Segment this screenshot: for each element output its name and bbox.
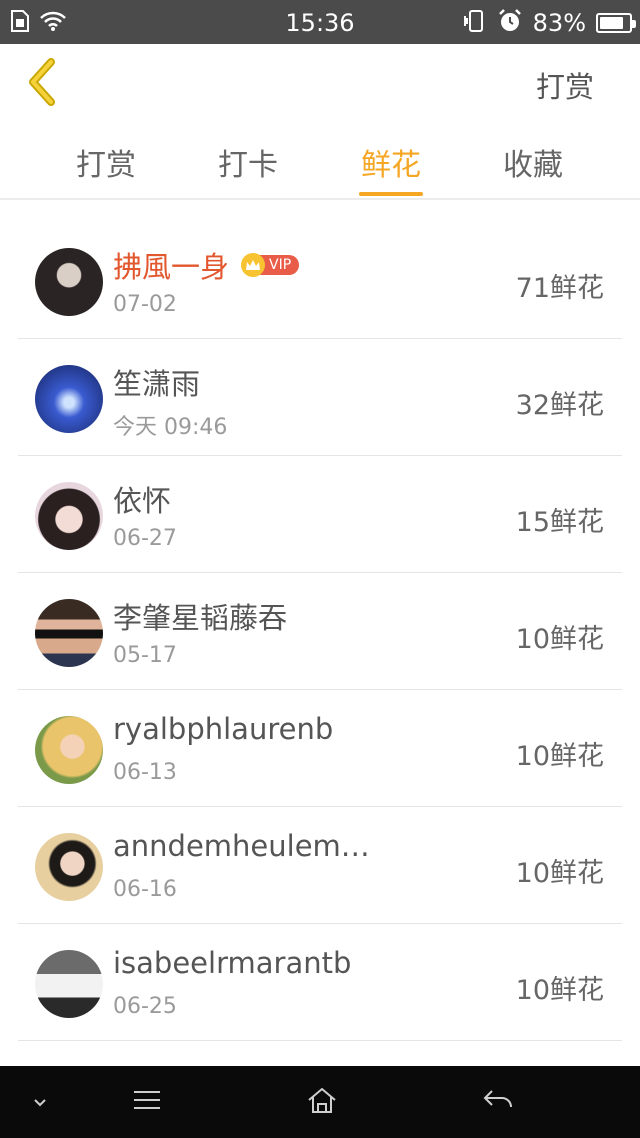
vip-badge: VIP xyxy=(241,253,300,277)
back-button[interactable] xyxy=(22,58,62,110)
flower-count: 10鲜花 xyxy=(515,858,604,889)
avatar xyxy=(35,482,103,550)
chevron-left-icon xyxy=(25,58,59,110)
list-item[interactable]: 依怀 06-27 15鲜花 xyxy=(18,456,622,573)
tab-bar: 打赏 打卡 鲜花 收藏 xyxy=(0,126,640,200)
date: 07-02 xyxy=(113,292,177,317)
date: 06-27 xyxy=(113,526,177,551)
home-icon xyxy=(306,1086,338,1118)
crown-icon xyxy=(241,253,266,277)
nav-back-button[interactable] xyxy=(478,1084,518,1120)
tab-underline xyxy=(359,192,423,196)
user-name: 李肇星韬藤吞 xyxy=(113,601,288,635)
user-name: 依怀 xyxy=(113,484,172,518)
alarm-icon xyxy=(497,8,523,38)
tab-label: 收藏 xyxy=(503,148,563,183)
user-name: ryalbphlaurenb xyxy=(113,712,334,746)
system-nav-bar xyxy=(0,1066,640,1138)
back-arrow-icon xyxy=(482,1088,514,1116)
nav-home-button[interactable] xyxy=(302,1084,342,1120)
avatar xyxy=(35,365,103,433)
status-bar: 15:36 83% xyxy=(0,0,640,44)
flower-count: 10鲜花 xyxy=(515,624,604,655)
date: 05-17 xyxy=(113,643,177,668)
tab-flowers[interactable]: 鲜花 xyxy=(341,140,441,196)
avatar xyxy=(35,833,103,901)
nav-menu-button[interactable] xyxy=(127,1084,167,1120)
header: 打赏 xyxy=(0,44,640,126)
tab-label: 打卡 xyxy=(218,148,278,183)
flower-count: 10鲜花 xyxy=(515,975,604,1006)
user-name: 笙潇雨 xyxy=(113,367,201,401)
date: 06-13 xyxy=(113,760,177,785)
nav-collapse-button[interactable] xyxy=(20,1084,60,1120)
tab-checkin[interactable]: 打卡 xyxy=(198,140,298,196)
reward-button[interactable]: 打赏 xyxy=(536,64,594,106)
tab-reward[interactable]: 打赏 xyxy=(56,140,156,196)
list-item[interactable]: 拂風一身 VIP 07-02 71鲜花 xyxy=(18,222,622,339)
vibrate-icon xyxy=(463,9,487,37)
battery-icon xyxy=(596,13,636,33)
date: 今天 09:46 xyxy=(113,415,228,440)
avatar xyxy=(35,599,103,667)
list-item[interactable]: ryalbphlaurenb 06-13 10鲜花 xyxy=(18,690,622,807)
status-right-icons: 83% xyxy=(463,8,636,38)
tab-label: 打赏 xyxy=(76,148,136,183)
avatar xyxy=(35,248,103,316)
user-name: anndemheulem… xyxy=(113,829,370,863)
list-item[interactable]: isabeelrmarantb 06-25 10鲜花 xyxy=(18,924,622,1041)
list-item[interactable]: anndemheulem… 06-16 10鲜花 xyxy=(18,807,622,924)
chevron-down-icon xyxy=(33,1093,47,1112)
battery-percent: 83% xyxy=(532,9,586,37)
tab-label: 鲜花 xyxy=(361,148,421,183)
tab-favorites[interactable]: 收藏 xyxy=(483,140,583,196)
list-item[interactable]: 笙潇雨 今天 09:46 32鲜花 xyxy=(18,339,622,456)
list-item[interactable]: 李肇星韬藤吞 05-17 10鲜花 xyxy=(18,573,622,690)
date: 06-16 xyxy=(113,877,177,902)
menu-icon xyxy=(132,1089,162,1115)
flower-count: 32鲜花 xyxy=(515,390,604,421)
date: 06-25 xyxy=(113,994,177,1019)
avatar xyxy=(35,950,103,1018)
flower-count: 71鲜花 xyxy=(515,273,604,304)
user-name: 拂風一身 xyxy=(113,250,230,284)
flower-count: 15鲜花 xyxy=(515,507,604,538)
user-name: isabeelrmarantb xyxy=(113,946,352,980)
avatar xyxy=(35,716,103,784)
flower-count: 10鲜花 xyxy=(515,741,604,772)
